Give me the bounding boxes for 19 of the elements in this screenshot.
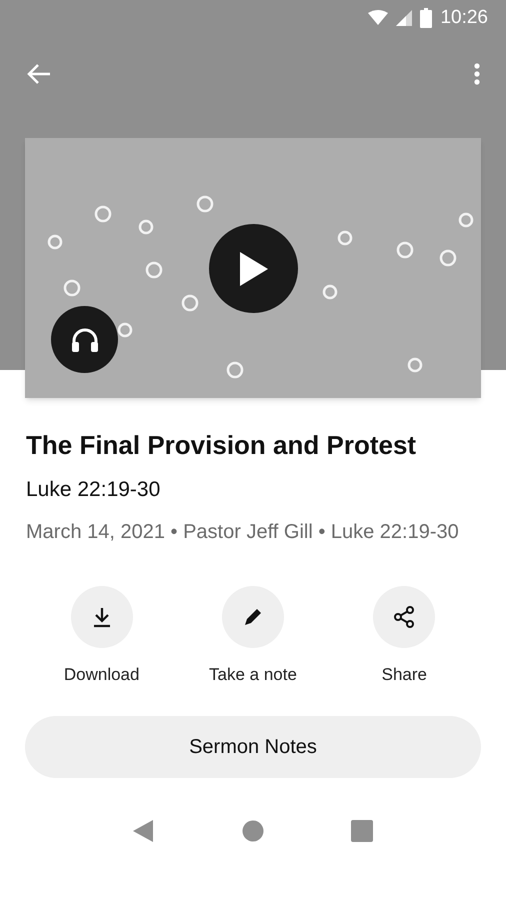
status-time: 10:26 — [440, 6, 488, 30]
more-options-icon[interactable] — [474, 62, 480, 86]
wifi-icon — [368, 10, 388, 26]
signal-icon — [396, 10, 412, 26]
scripture-reference: Luke 22:19-30 — [26, 477, 162, 503]
sermon-title: The Final Provision and Protest — [26, 429, 418, 462]
nav-recents-icon[interactable] — [350, 820, 373, 842]
headphones-icon — [70, 326, 98, 352]
nav-back-icon[interactable] — [133, 820, 156, 842]
play-icon — [240, 252, 268, 286]
back-arrow-icon[interactable] — [26, 62, 52, 86]
nav-home-icon[interactable] — [242, 820, 264, 842]
sermon-details: March 14, 2021 • Pastor Jeff Gill • Luke 22:19-30 — [26, 520, 460, 545]
action-label: Download — [64, 664, 140, 686]
sermon-notes-button[interactable]: Sermon Notes — [25, 716, 481, 778]
share-icon — [392, 605, 416, 629]
battery-icon — [420, 8, 432, 28]
action-label: Take a note — [209, 664, 297, 686]
action-label: Share — [382, 664, 427, 686]
